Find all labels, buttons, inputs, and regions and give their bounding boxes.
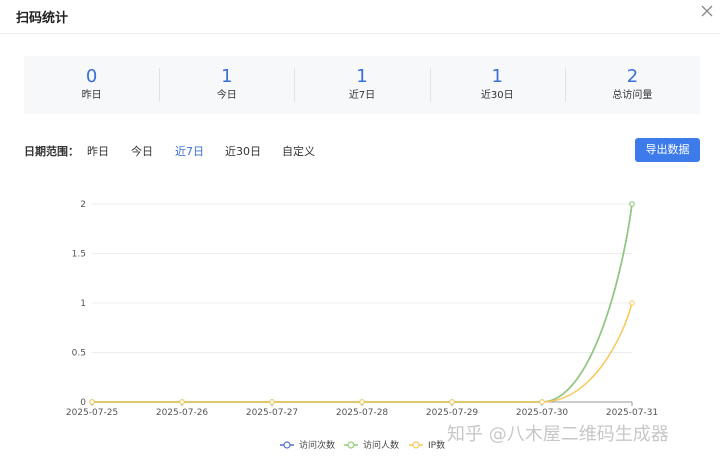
y-tick-label: 1: [80, 299, 86, 309]
data-point: [449, 399, 455, 405]
y-tick-label: 1.5: [72, 250, 86, 260]
date-range-filter: 日期范围： 昨日 今日 近7日 近30日 自定义 导出数据: [24, 138, 700, 162]
stat-label: 近30日: [480, 90, 514, 101]
data-point: [539, 399, 545, 405]
stat-label: 今日: [216, 90, 237, 101]
stat-last-30-days: 1 近30日: [429, 56, 565, 114]
x-tick-label: 2025-07-31: [606, 408, 658, 418]
x-tick-label: 2025-07-27: [246, 408, 298, 418]
stat-total-visits: 2 总访问量: [564, 56, 700, 114]
stat-value: 2: [626, 66, 639, 87]
date-range-label: 日期范围：: [24, 145, 79, 158]
stat-label: 总访问量: [612, 90, 653, 101]
stat-label: 近7日: [348, 90, 376, 101]
data-point: [179, 399, 185, 405]
watermark: 知乎 @八木屋二维码生成器: [447, 424, 669, 445]
legend-marker: [412, 441, 420, 449]
filter-option-today[interactable]: 今日: [131, 143, 153, 159]
stat-yesterday: 0 昨日: [24, 56, 159, 114]
stat-value: 0: [85, 66, 98, 87]
legend-marker: [283, 441, 291, 449]
filter-option-last-30-days[interactable]: 近30日: [225, 143, 261, 159]
data-point: [629, 201, 635, 207]
y-tick-label: 2: [80, 200, 86, 210]
data-point: [269, 399, 275, 405]
legend-label: 访问次数: [299, 439, 335, 451]
stat-value: 1: [356, 66, 368, 87]
filter-option-last-7-days[interactable]: 近7日: [175, 143, 204, 159]
dialog-title: 扫码统计: [16, 11, 69, 26]
stats-summary: 0 昨日 1 今日 1 近7日 1 近30日 2 总访问量: [24, 56, 700, 114]
data-point: [359, 399, 365, 405]
filter-option-custom[interactable]: 自定义: [282, 143, 315, 159]
x-tick-label: 2025-07-26: [156, 408, 209, 418]
stat-value: 1: [491, 66, 503, 87]
data-point: [629, 300, 635, 306]
stat-last-7-days: 1 近7日: [294, 56, 429, 114]
x-tick-label: 2025-07-25: [66, 408, 118, 418]
x-tick-label: 2025-07-30: [516, 408, 569, 418]
data-point: [89, 399, 95, 405]
dialog-header: 扫码统计: [0, 0, 720, 34]
stat-today: 1 今日: [159, 56, 294, 114]
x-tick-label: 2025-07-29: [426, 408, 479, 418]
stat-value: 1: [221, 66, 233, 87]
y-tick-label: 0.5: [72, 349, 86, 359]
close-icon[interactable]: [700, 4, 714, 18]
stat-label: 昨日: [81, 90, 102, 101]
legend-marker: [347, 441, 355, 449]
legend-label: 访问人数: [363, 439, 399, 451]
x-tick-label: 2025-07-28: [336, 408, 389, 418]
filter-option-yesterday[interactable]: 昨日: [87, 143, 109, 159]
export-data-button[interactable]: 导出数据: [635, 138, 700, 162]
legend-label: IP数: [428, 439, 445, 451]
y-tick-label: 0: [80, 398, 86, 408]
